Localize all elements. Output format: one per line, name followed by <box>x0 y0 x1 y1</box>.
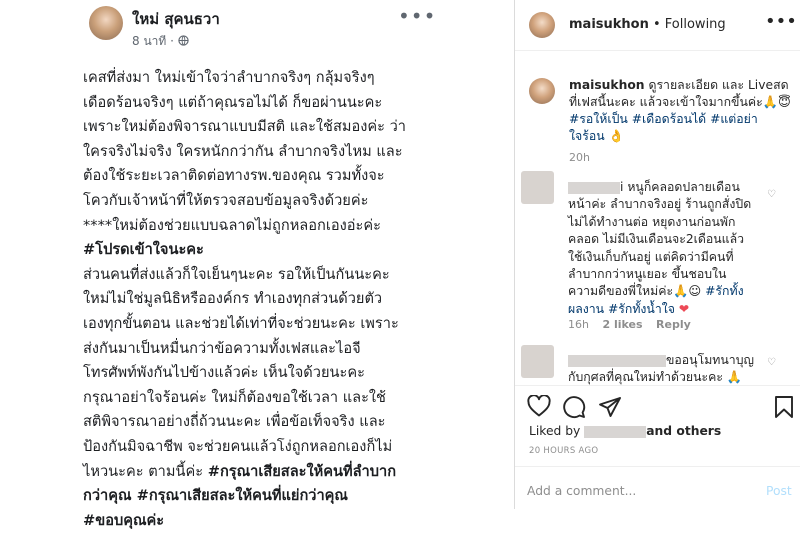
comment-like-heart-icon[interactable]: ♡ <box>767 357 776 368</box>
fb-line: สติพิจารณาอย่างถี่ถ้วนนะคะ เพื่อข้อเท็จจ… <box>83 413 386 431</box>
caption-hashtags[interactable]: #รอให้เป็น #เดือดร้อนได้ #แต่อย่าใจร้อน <box>569 112 758 143</box>
comment-like-heart-icon[interactable]: ♡ <box>767 189 776 200</box>
comment-avatar[interactable] <box>521 171 554 204</box>
fb-line: โควกับเจ้าหน้าที่ให้ตรวจสอบข้อมูลจริงด้ว… <box>83 191 369 209</box>
comment-text: i หนูก็คลอดปลายเดือนหน้าค่ะ ลำบากจริงอยู… <box>568 180 752 299</box>
fb-line: ส่งกันมาเป็นหมื่นกว่าข้อความทั้งเฟสและไอ… <box>83 339 361 357</box>
comment-time: 16h <box>568 318 589 331</box>
fb-hashtag-line[interactable]: #โปรดเข้าใจนะคะ <box>83 238 433 263</box>
redacted-username[interactable] <box>568 354 666 367</box>
ig-header: maisukhon • Following ••• <box>515 0 800 51</box>
fb-post-text: เคสที่ส่งมา ใหม่เข้าใจว่าลำบากจริงๆ กลุ้… <box>83 66 433 533</box>
liked-by-others[interactable]: and others <box>646 424 721 438</box>
globe-icon <box>178 34 189 48</box>
fb-hashtag-line[interactable]: #ขอบคุณค่ะ <box>83 509 433 533</box>
fb-line: ไหวนะคะ ตามนี้ค่ะ #กรุณาเสียสละให้คนที่ล… <box>83 460 433 485</box>
liked-by: Liked by and others <box>529 424 721 438</box>
liked-by-prefix: Liked by <box>529 424 585 438</box>
following-label[interactable]: • Following <box>649 17 726 32</box>
caption-username[interactable]: maisukhon <box>569 78 645 92</box>
comment: ขออนุโมทนาบุญกับกุศลที่คุณใหม่ทำด้วยนะคะ… <box>568 352 756 386</box>
fb-line: ใหม่ไม่ใช่มูลนิธิหรือองค์กร ทำเองทุกส่วน… <box>83 290 383 308</box>
caption-emoji: 👌 <box>604 129 624 143</box>
fb-line: เคสที่ส่งมา ใหม่เข้าใจว่าลำบากจริงๆ กลุ้… <box>83 69 375 86</box>
fb-hashtag-line[interactable]: กว่าคุณ #กรุณาเสียสละให้คนที่แย่กว่าคุณ <box>83 484 433 509</box>
fb-line: เพราะใหม่ต้องพิจารณาแบบมีสติ และใช้สมองค… <box>83 118 406 136</box>
fb-line: ****ใหม่ต้องช่วยแบบฉลาดไม่ถูกหลอกเองอ่ะค… <box>83 216 381 234</box>
red-heart-emoji: ❤ <box>674 301 690 316</box>
ig-more-options-button[interactable]: ••• <box>765 11 797 32</box>
share-icon[interactable] <box>598 395 622 419</box>
caption-time: 20h <box>569 151 590 164</box>
fb-line: ใครจริงไม่จริง ใครหนักกว่ากัน ลำบากจริงไ… <box>83 142 403 160</box>
reply-button[interactable]: Reply <box>656 318 691 331</box>
instagram-panel: maisukhon • Following ••• maisukhon ดูรา… <box>515 0 800 509</box>
caption: maisukhon ดูรายละเอียด และ Liveสดที่เฟสน… <box>569 77 791 145</box>
comment-box-divider <box>515 466 800 467</box>
facebook-post: ใหม่ สุคนธวา 8 นาที · ••• เคสที่ส่งมา ให… <box>0 0 514 529</box>
fb-line: เดือดร้อนจริงๆ แต่ถ้าคุณรอไม่ได้ ก็ขอผ่า… <box>83 93 383 111</box>
fb-avatar[interactable] <box>89 6 123 40</box>
fb-post-time: 8 นาที · <box>132 32 189 51</box>
comment-avatar[interactable] <box>521 345 554 378</box>
fb-time-text: 8 นาที · <box>132 34 178 48</box>
add-comment-input[interactable]: Add a comment... <box>527 484 636 498</box>
bookmark-icon[interactable] <box>773 395 795 419</box>
caption-avatar[interactable] <box>529 78 555 104</box>
fb-more-options-button[interactable]: ••• <box>398 4 436 28</box>
comment-icon[interactable] <box>562 395 586 419</box>
post-timestamp: 20 HOURS AGO <box>529 446 599 456</box>
actions-divider <box>515 385 800 386</box>
comment-meta: 16h 2 likes Reply <box>568 318 701 331</box>
fb-line: กรุณาอย่าใจร้อนค่ะ ใหม่ก็ต้องขอใช้เวลา แ… <box>83 388 386 406</box>
redacted-username[interactable] <box>568 181 620 194</box>
action-bar <box>527 395 797 419</box>
redacted-username[interactable] <box>584 425 647 438</box>
comment-likes[interactable]: 2 likes <box>602 318 642 331</box>
fb-line: ป้องกันมิจฉาชีพ จะช่วยคนแล้วโง่ถูกหลอกเอ… <box>83 437 393 455</box>
comment: i หนูก็คลอดปลายเดือนหน้าค่ะ ลำบากจริงอยู… <box>568 179 754 318</box>
ig-username[interactable]: maisukhon • Following <box>569 17 726 32</box>
fb-line-part: ไหวนะคะ ตามนี้ค่ะ <box>83 462 208 480</box>
ig-username-text[interactable]: maisukhon <box>569 17 649 32</box>
fb-line: ส่วนคนที่ส่งแล้วก็ใจเย็นๆนะคะ รอให้เป็นก… <box>83 265 390 283</box>
fb-hashtag[interactable]: #กรุณาเสียสละให้คนที่ลำบาก <box>208 463 396 480</box>
fb-line: เองทุกขั้นตอน และช่วยได้เท่าที่จะช่วยนะค… <box>83 314 399 332</box>
fb-line: โทรศัพท์พังกันไปข้างแล้วค่ะ เห็นใจด้วยนะ… <box>83 364 365 382</box>
ig-avatar[interactable] <box>529 12 555 38</box>
fb-line: ต้องใช้ระยะเวลาติดต่อทางรพ.ของคุณ รวมทั้… <box>83 167 385 185</box>
fb-author-name[interactable]: ใหม่ สุคนธวา <box>132 7 220 31</box>
heart-icon[interactable] <box>527 395 551 417</box>
post-button[interactable]: Post <box>766 484 792 498</box>
